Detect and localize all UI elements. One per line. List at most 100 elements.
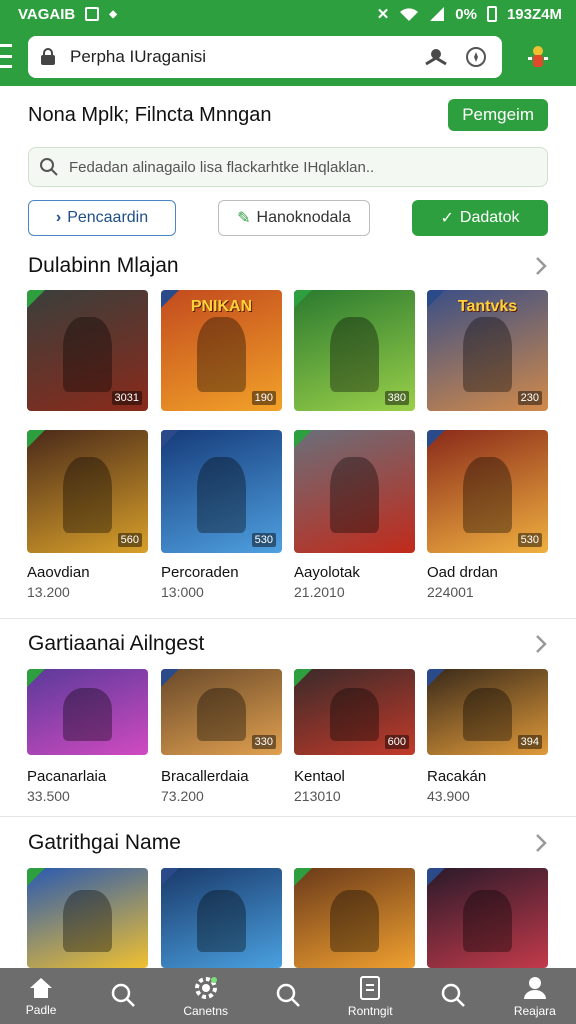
game-thumbnail[interactable]: [294, 868, 415, 968]
corner-tag-icon: [427, 669, 445, 687]
game-thumbnail[interactable]: 330: [161, 669, 282, 755]
document-icon: [360, 975, 381, 1000]
chevron-right-icon: ›: [55, 209, 62, 226]
mute-icon: ✕: [376, 6, 390, 23]
game-downloads: 13.200: [27, 584, 70, 600]
settings-icon: [194, 976, 217, 999]
page-header: Nona Mplk; Filncta Mnngan Pemgeim: [28, 98, 548, 132]
character-art: [330, 457, 379, 534]
corner-tag-icon: [294, 868, 312, 886]
game-logo-text: PNIKAN: [190, 298, 253, 315]
game-thumbnail[interactable]: 560: [27, 430, 148, 553]
corner-tag-icon: [161, 868, 179, 886]
nav-item-settings[interactable]: Canetns: [165, 968, 247, 1024]
search-input[interactable]: Fedadan alinagailo lisa flackarhtke IHql…: [28, 147, 548, 187]
game-thumbnail[interactable]: 3031: [27, 290, 148, 411]
game-title[interactable]: Kentaol: [294, 768, 345, 785]
character-art: [330, 316, 379, 392]
robot-icon[interactable]: [422, 43, 450, 71]
chip-filter-2[interactable]: ✎ Hanoknodala: [218, 200, 370, 236]
corner-tag-icon: [161, 669, 179, 687]
section-title: Gatrithgai Name: [28, 831, 181, 854]
chevron-right-icon[interactable]: [534, 634, 548, 654]
game-thumbnail[interactable]: [27, 669, 148, 755]
game-downloads: 13:000: [161, 584, 204, 600]
game-thumbnail[interactable]: 530: [427, 430, 548, 553]
rating-badge: 560: [117, 533, 142, 547]
wifi-icon: [400, 8, 419, 21]
character-art: [197, 890, 246, 952]
status-bar: VAGAIB ◆ ✕ 0% 193Z4M: [0, 0, 576, 28]
nav-item-profile[interactable]: Reajara: [494, 968, 576, 1024]
game-thumbnail[interactable]: [427, 868, 548, 968]
game-title[interactable]: Pacanarlaia: [27, 768, 106, 785]
section-header-1[interactable]: Dulabinn Mlajan: [28, 252, 548, 280]
nav-item-search-2[interactable]: [247, 968, 329, 1024]
section-title: Gartiaanai Ailngest: [28, 632, 205, 655]
corner-tag-icon: [27, 868, 45, 886]
search-icon: [276, 983, 300, 1007]
game-title[interactable]: Oad drdan: [427, 564, 498, 581]
game-title[interactable]: Racakán: [427, 768, 486, 785]
chip-filter-3[interactable]: ✓ Dadatok: [412, 200, 548, 236]
game-thumbnail[interactable]: PNIKAN 190: [161, 290, 282, 411]
chip-filter-1[interactable]: › Pencaardin: [28, 200, 176, 236]
chevron-right-icon[interactable]: [534, 256, 548, 276]
address-bar[interactable]: Perpha IUraganisi: [28, 36, 502, 78]
header-action-button[interactable]: Pemgeim: [448, 99, 548, 131]
check-icon: ✓: [440, 210, 454, 227]
chevron-right-icon[interactable]: [534, 833, 548, 853]
game-thumbnail[interactable]: 530: [161, 430, 282, 553]
nav-label: Canetns: [183, 1003, 229, 1018]
status-right: ✕ 0% 193Z4M: [376, 5, 562, 24]
section-title: Dulabinn Mlajan: [28, 254, 179, 277]
battery-percent: 0%: [455, 5, 477, 23]
nav-item-search-1[interactable]: [82, 968, 164, 1024]
game-downloads: 213010: [294, 788, 341, 804]
nav-label: Padle: [25, 1002, 57, 1017]
rating-badge: 3031: [111, 391, 142, 405]
filter-chips: › Pencaardin ✎ Hanoknodala ✓ Dadatok: [28, 200, 548, 236]
chip-label: Dadatok: [459, 209, 520, 226]
game-thumbnail[interactable]: 380: [294, 290, 415, 411]
rating-badge: 530: [251, 533, 276, 547]
character-art: [197, 457, 246, 534]
nav-item-home[interactable]: Padle: [0, 968, 82, 1024]
nav-label: Rontngit: [347, 1003, 393, 1018]
rating-badge: 190: [251, 391, 276, 405]
url-text[interactable]: Perpha IUraganisi: [70, 47, 410, 67]
section-divider: [0, 816, 576, 817]
search-icon: [112, 983, 136, 1007]
game-title[interactable]: Bracallerdaia: [161, 768, 249, 785]
menu-button[interactable]: [0, 44, 14, 68]
section-divider: [0, 618, 576, 619]
nav-item-search-3[interactable]: [411, 968, 493, 1024]
game-downloads: 33.500: [27, 788, 70, 804]
game-thumbnail[interactable]: [294, 430, 415, 553]
game-thumbnail[interactable]: 394: [427, 669, 548, 755]
nav-item-document[interactable]: Rontngit: [329, 968, 411, 1024]
character-art: [63, 890, 112, 952]
game-title[interactable]: Percoraden: [161, 564, 239, 581]
game-title[interactable]: Aayolotak: [294, 564, 360, 581]
section-header-3[interactable]: Gatrithgai Name: [28, 829, 548, 857]
game-downloads: 73.200: [161, 788, 204, 804]
character-art: [330, 687, 379, 742]
pencil-icon: ✎: [237, 210, 251, 227]
corner-tag-icon: [27, 430, 45, 448]
extension-icon[interactable]: [522, 41, 554, 73]
game-thumbnail[interactable]: 600: [294, 669, 415, 755]
section-header-2[interactable]: Gartiaanai Ailngest: [28, 630, 548, 658]
lock-icon: [41, 48, 55, 65]
corner-tag-icon: [161, 430, 179, 448]
game-title[interactable]: Aaovdian: [27, 564, 90, 581]
character-art: [197, 316, 246, 392]
compass-icon[interactable]: [462, 43, 490, 71]
game-thumbnail[interactable]: [161, 868, 282, 968]
character-art: [463, 457, 512, 534]
browser-toolbar: Perpha IUraganisi: [0, 28, 576, 86]
search-icon: [441, 983, 465, 1007]
game-thumbnail[interactable]: [27, 868, 148, 968]
character-art: [63, 316, 112, 392]
game-thumbnail[interactable]: Tantvks 230: [427, 290, 548, 411]
